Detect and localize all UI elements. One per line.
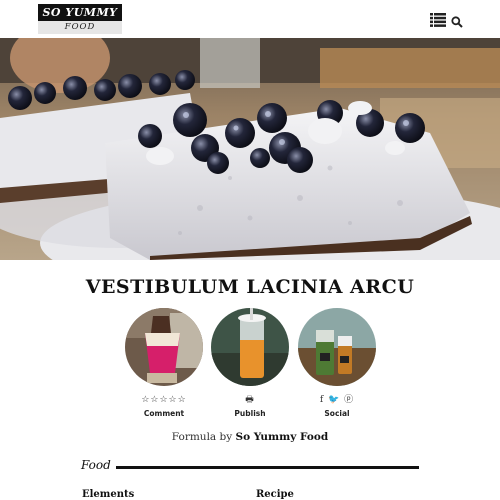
social-action[interactable]: f 🐦 ⓟ Social [297, 394, 377, 418]
formula-brand[interactable]: So Yummy Food [236, 431, 329, 443]
post-title: VESTIBULUM LACINIA ARCU [85, 276, 415, 298]
formula-prefix: Formula by [171, 431, 233, 443]
logo-title: SO YUMMY [38, 4, 122, 21]
recipe-heading: Recipe [256, 489, 294, 500]
dessert-cup-thumbnail[interactable] [125, 308, 203, 386]
publish-action[interactable]: 🖶 Publish [210, 394, 290, 418]
iced-coffee-thumbnail[interactable] [211, 308, 289, 386]
site-header: SO YUMMY FOOD [0, 0, 500, 38]
print-icon[interactable]: 🖶 [210, 394, 290, 406]
list-menu-icon[interactable] [430, 12, 446, 27]
publish-label: Publish [234, 409, 266, 418]
logo-subtitle: FOOD [38, 21, 122, 34]
section-divider [116, 466, 419, 469]
hero-image [0, 38, 500, 260]
site-logo[interactable]: SO YUMMY FOOD [38, 4, 122, 34]
food-section-label: Food [81, 458, 111, 472]
rating-stars-icon[interactable]: ☆☆☆☆☆ [124, 394, 204, 406]
drinks-thumbnail[interactable] [298, 308, 376, 386]
comment-label: Comment [143, 409, 185, 418]
comment-action[interactable]: ☆☆☆☆☆ Comment [124, 394, 204, 418]
formula-credit: Formula by So Yummy Food [0, 431, 500, 443]
elements-heading: Elements [82, 489, 135, 500]
social-icons[interactable]: f 🐦 ⓟ [297, 394, 377, 406]
social-label: Social [324, 409, 350, 418]
search-icon[interactable] [451, 13, 463, 28]
